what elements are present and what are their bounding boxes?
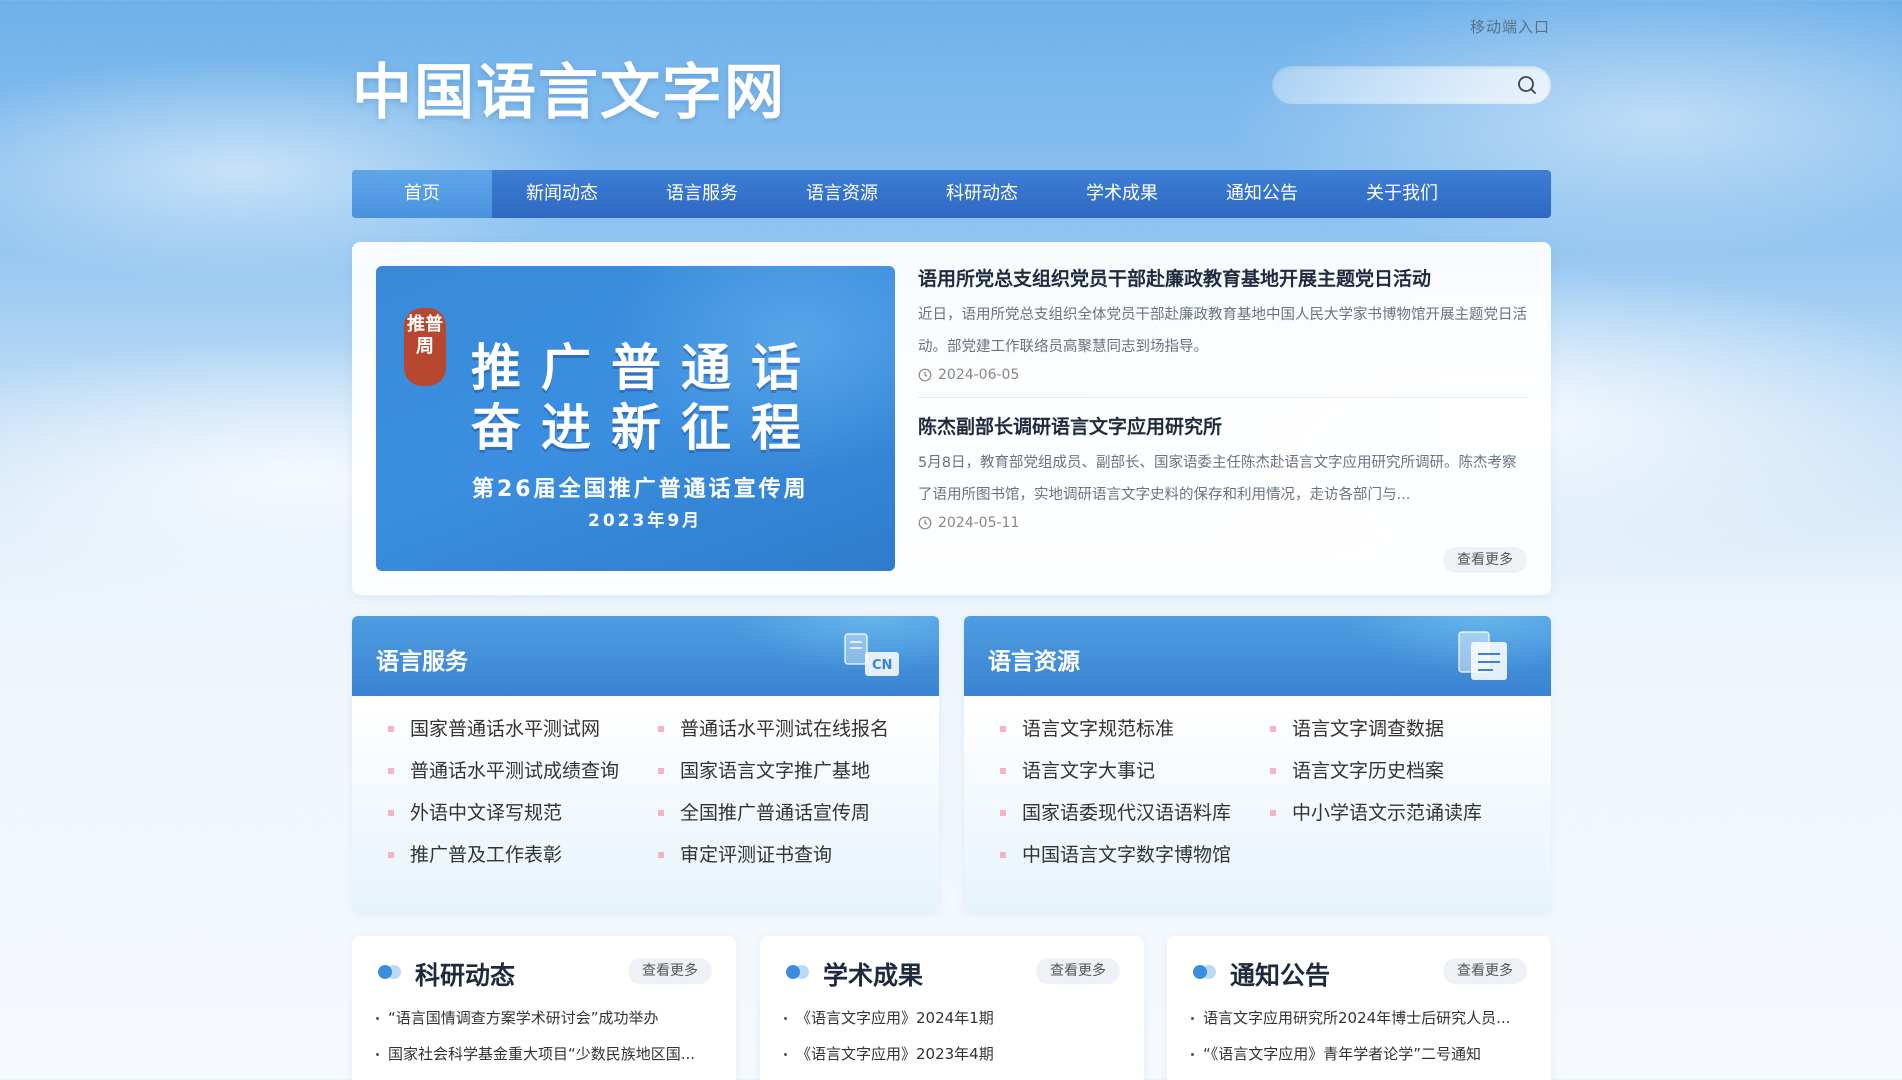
resource-link[interactable]: 中小学语文示范诵读库 [1270,800,1530,826]
news-date-text: 2024-06-05 [938,367,1020,383]
service-link[interactable]: 审定评测证书查询 [658,842,918,868]
academic-more-button[interactable]: 查看更多 [1036,958,1120,984]
card-header: 通知公告 查看更多 [1191,956,1527,990]
banner-headline: 推广普通话 奋进新征程 [471,338,821,458]
news-summary: 近日，语用所党总支组织全体党员干部赴廉政教育基地中国人民大学家书博物馆开展主题党… [918,307,1527,355]
list-item[interactable]: “语言国情调查方案学术研讨会”成功举办 [376,1000,716,1036]
panel-header: 语言资源 [964,616,1551,696]
mobile-entry-link[interactable]: 移动端入口 [1470,16,1550,37]
news-section: 推普周 推广普通话 奋进新征程 第26届全国推广普通话宣传周 2023年9月 语… [352,242,1551,595]
notice-card: 通知公告 查看更多 语言文字应用研究所2024年博士后研究人员... “《语言文… [1167,936,1551,1080]
card-header: 学术成果 查看更多 [784,956,1120,990]
card-title: 通知公告 [1230,961,1331,990]
list-item[interactable]: 《语言文字应用》2023年4期 [784,1036,1124,1072]
nav-notice[interactable]: 通知公告 [1192,170,1332,218]
nav-resource[interactable]: 语言资源 [772,170,912,218]
news-more-button[interactable]: 查看更多 [1443,547,1527,573]
bubble-icon [1193,965,1216,979]
banner-date: 2023年9月 [588,511,703,531]
panel-title: 语言资源 [988,649,1080,675]
news-item: 语用所党总支组织党员干部赴廉政教育基地开展主题党日活动 近日，语用所党总支组织全… [918,264,1528,398]
news-title[interactable]: 语用所党总支组织党员干部赴廉政教育基地开展主题党日活动 [918,264,1528,291]
service-links: 国家普通话水平测试网 普通话水平测试在线报名 普通话水平测试成绩查询 国家语言文… [388,716,918,868]
service-link[interactable]: 国家普通话水平测试网 [388,716,658,742]
list-item[interactable]: 《语言文字应用》2024年1期 [784,1000,1124,1036]
search-input[interactable] [1272,66,1492,104]
banner-line-1: 推广普通话 [471,339,821,397]
language-resource-panel: 语言资源 语言文字规范标准 语言文字调查数据 语言文字大事记 语言文字历史档案 … [964,616,1551,912]
research-more-button[interactable]: 查看更多 [628,958,712,984]
banner-stamp: 推普周 [404,308,446,386]
news-list: 语用所党总支组织党员干部赴廉政教育基地开展主题党日活动 近日，语用所党总支组织全… [918,264,1528,559]
nav-service[interactable]: 语言服务 [632,170,772,218]
language-service-panel: 语言服务 CN 国家普通话水平测试网 普通话水平测试在线报名 普通话水平测试成绩… [352,616,939,912]
news-date: 2024-06-05 [918,367,1528,383]
svg-text:CN: CN [872,658,892,673]
news-item: 陈杰副部长调研语言文字应用研究所 5月8日，教育部党组成员、副部长、国家语委主任… [918,412,1528,545]
nav-news[interactable]: 新闻动态 [492,170,632,218]
resource-link[interactable]: 语言文字历史档案 [1270,758,1530,784]
panel-header: 语言服务 CN [352,616,939,696]
document-resource-icon [1458,631,1507,680]
resource-link[interactable]: 语言文字调查数据 [1270,716,1530,742]
research-card: 科研动态 查看更多 “语言国情调查方案学术研讨会”成功举办 国家社会科学基金重大… [352,936,736,1080]
news-title[interactable]: 陈杰副部长调研语言文字应用研究所 [918,412,1528,439]
banner-subtitle: 第26届全国推广普通话宣传周 [472,477,809,502]
academic-card: 学术成果 查看更多 《语言文字应用》2024年1期 《语言文字应用》2023年4… [760,936,1144,1080]
card-list: “语言国情调查方案学术研讨会”成功举办 国家社会科学基金重大项目“少数民族地区国… [376,1000,716,1072]
resource-link[interactable]: 语言文字大事记 [1000,758,1270,784]
service-link[interactable]: 国家语言文字推广基地 [658,758,918,784]
card-header: 科研动态 查看更多 [376,956,712,990]
service-link[interactable]: 普通话水平测试在线报名 [658,716,918,742]
resource-link[interactable]: 中国语言文字数字博物馆 [1000,842,1270,868]
resource-link[interactable]: 语言文字规范标准 [1000,716,1270,742]
clock-icon [918,516,932,530]
featured-banner[interactable]: 推普周 推广普通话 奋进新征程 第26届全国推广普通话宣传周 2023年9月 [376,266,895,571]
list-item[interactable]: “《语言文字应用》青年学者论学”二号通知 [1191,1036,1531,1072]
service-link[interactable]: 普通话水平测试成绩查询 [388,758,658,784]
card-title: 学术成果 [823,961,924,990]
service-link[interactable]: 外语中文译写规范 [388,800,658,826]
nav-home[interactable]: 首页 [352,170,492,218]
news-date-text: 2024-05-11 [938,515,1020,531]
list-item[interactable]: 语言文字应用研究所2024年博士后研究人员... [1191,1000,1531,1036]
bubble-icon [786,965,809,979]
search-box [1272,66,1551,104]
card-list: 语言文字应用研究所2024年博士后研究人员... “《语言文字应用》青年学者论学… [1191,1000,1531,1072]
resource-links: 语言文字规范标准 语言文字调查数据 语言文字大事记 语言文字历史档案 国家语委现… [1000,716,1530,868]
nav-research[interactable]: 科研动态 [912,170,1052,218]
search-icon[interactable] [1517,75,1537,95]
resource-link[interactable]: 国家语委现代汉语语料库 [1000,800,1270,826]
nav-academic[interactable]: 学术成果 [1052,170,1192,218]
card-title: 科研动态 [415,961,516,990]
service-link[interactable]: 推广普及工作表彰 [388,842,658,868]
main-nav: 首页 新闻动态 语言服务 语言资源 科研动态 学术成果 通知公告 关于我们 [352,170,1551,218]
panel-title: 语言服务 [376,649,468,675]
banner-line-2: 奋进新征程 [471,399,821,457]
news-date: 2024-05-11 [918,515,1528,531]
notice-more-button[interactable]: 查看更多 [1443,958,1527,984]
bubble-icon [378,965,401,979]
news-summary: 5月8日，教育部党组成员、副部长、国家语委主任陈杰赴语言文字应用研究所调研。陈杰… [918,455,1517,503]
list-item[interactable]: 国家社会科学基金重大项目“少数民族地区国... [376,1036,716,1072]
clock-icon [918,368,932,382]
service-link[interactable]: 全国推广普通话宣传周 [658,800,918,826]
site-logo[interactable]: 中国语言文字网 [352,44,786,131]
nav-about[interactable]: 关于我们 [1332,170,1472,218]
card-list: 《语言文字应用》2024年1期 《语言文字应用》2023年4期 [784,1000,1124,1072]
translate-cn-icon: CN [844,633,899,676]
